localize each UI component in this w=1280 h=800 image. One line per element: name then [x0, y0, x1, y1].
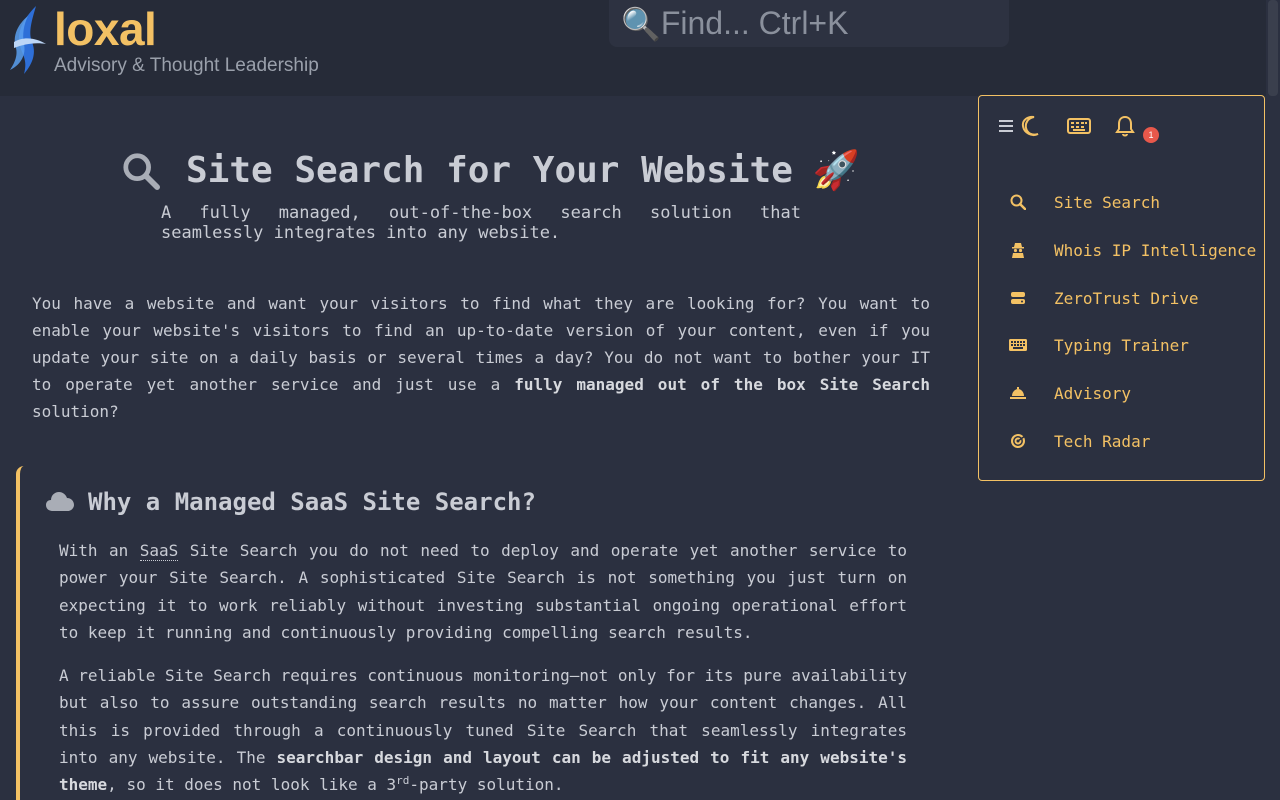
menu-item-zerotrust-drive[interactable]: ZeroTrust Drive: [1009, 286, 1259, 310]
keyboard-icon: [1009, 336, 1027, 354]
why-p1-pre: With an: [59, 541, 140, 560]
search-bar[interactable]: 🔍: [609, 0, 1009, 47]
intro-tail: solution?: [32, 402, 119, 421]
menu-item-tech-radar[interactable]: Tech Radar: [1009, 429, 1259, 453]
why-title-text: Why a Managed SaaS Site Search?: [88, 488, 536, 516]
search-input[interactable]: [660, 5, 1001, 42]
page-title-text: Site Search for Your Website: [186, 150, 793, 191]
menu-item-label: Advisory: [1054, 383, 1132, 403]
why-paragraph-2: A reliable Site Search requires continuo…: [59, 662, 907, 798]
intro-paragraph: You have a website and want your visitor…: [32, 290, 930, 425]
why-p2-post: -party solution.: [409, 775, 564, 795]
radar-icon: [1009, 432, 1027, 450]
menu-item-label: Typing Trainer: [1054, 335, 1189, 355]
page-subtitle: A fully managed, out-of-the-box search s…: [161, 203, 801, 243]
why-section: Why a Managed SaaS Site Search? With an …: [16, 466, 946, 800]
scrollbar[interactable]: [1266, 0, 1280, 800]
search-icon: [1009, 193, 1027, 211]
keyboard-icon[interactable]: [1067, 114, 1091, 138]
why-paragraph-1: With an SaaS Site Search you do not need…: [59, 537, 907, 646]
magnifier-icon: [123, 152, 160, 190]
notification-badge: 1: [1143, 127, 1159, 143]
menu-item-label: Site Search: [1054, 192, 1160, 212]
intro-highlight: fully managed out of the box Site Search: [514, 375, 931, 394]
logo-icon[interactable]: [6, 4, 54, 76]
why-p2-mid: , so it does not look like a 3: [107, 775, 397, 795]
why-p2-superscript: rd: [396, 774, 410, 788]
moon-icon[interactable]: [1019, 114, 1043, 138]
rocket-icon: 🚀: [812, 148, 861, 192]
menu-item-site-search[interactable]: Site Search: [1009, 190, 1259, 214]
site-header: loxal Advisory & Thought Leadership 🔍: [0, 0, 1266, 96]
bell-concierge-icon: [1009, 384, 1027, 402]
cloud-icon: [46, 492, 74, 511]
menu-item-label: ZeroTrust Drive: [1054, 288, 1199, 308]
saas-abbreviation[interactable]: SaaS: [139, 541, 179, 561]
brand-name[interactable]: loxal: [54, 2, 157, 56]
menu-item-advisory[interactable]: Advisory: [1009, 381, 1259, 405]
menu-item-whois[interactable]: Whois IP Intelligence: [1009, 238, 1259, 262]
why-p1-post: Site Search you do not need to deploy an…: [59, 541, 907, 642]
why-title: Why a Managed SaaS Site Search?: [46, 488, 536, 516]
brand-tagline: Advisory & Thought Leadership: [54, 55, 319, 76]
search-icon: 🔍: [621, 4, 661, 43]
hamburger-icon[interactable]: [995, 114, 1019, 138]
nav-menu: 1 Site Search Whois IP Intelligence Zero…: [978, 95, 1265, 481]
menu-item-label: Whois IP Intelligence: [1054, 240, 1257, 260]
drive-icon: [1009, 289, 1027, 307]
menu-item-label: Tech Radar: [1054, 431, 1151, 451]
menu-item-typing-trainer[interactable]: Typing Trainer: [1009, 333, 1259, 357]
spy-icon: [1009, 241, 1027, 259]
scrollbar-thumb[interactable]: [1268, 0, 1278, 96]
menu-toolbar: 1: [995, 114, 1255, 143]
page-title: Site Search for Your Website 🚀: [122, 148, 860, 193]
notification-bell-icon[interactable]: [1113, 114, 1137, 138]
